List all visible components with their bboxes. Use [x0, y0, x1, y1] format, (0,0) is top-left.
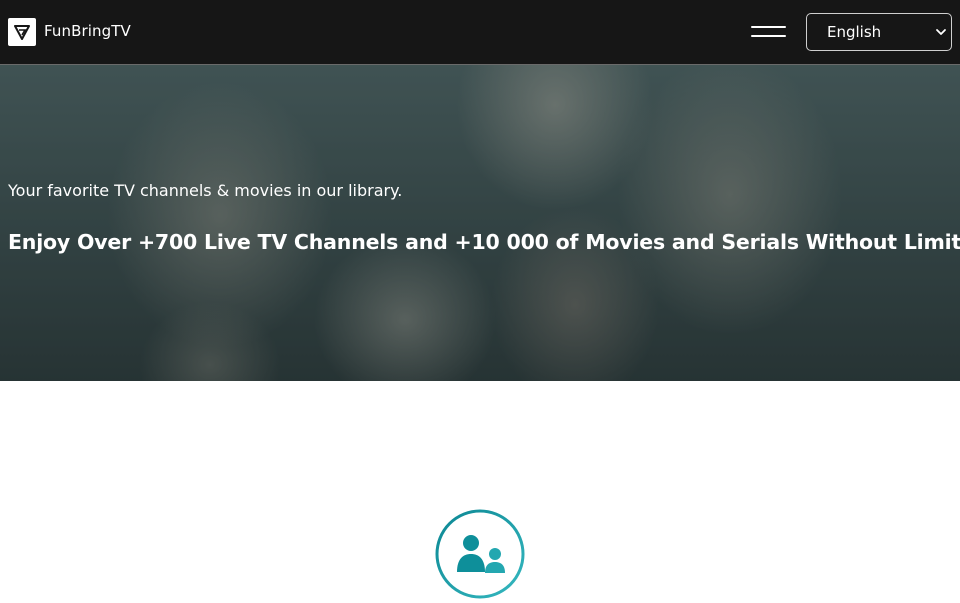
language-select[interactable]: English [806, 13, 952, 51]
logo-triangle-icon[interactable] [8, 18, 36, 46]
hero-banner: Your favorite TV channels & movies in ou… [0, 65, 960, 381]
language-select-value: English [827, 23, 882, 41]
users-icon [435, 509, 525, 599]
hero-tagline: Your favorite TV channels & movies in ou… [8, 181, 403, 200]
hero-headline: Enjoy Over +700 Live TV Channels and +10… [8, 230, 960, 254]
hamburger-menu-icon[interactable] [748, 20, 788, 44]
chevron-down-icon [936, 29, 946, 35]
hero-overlay [0, 65, 960, 381]
top-navbar: FunBringTV English [0, 0, 960, 65]
brand-name[interactable]: FunBringTV [44, 22, 131, 40]
